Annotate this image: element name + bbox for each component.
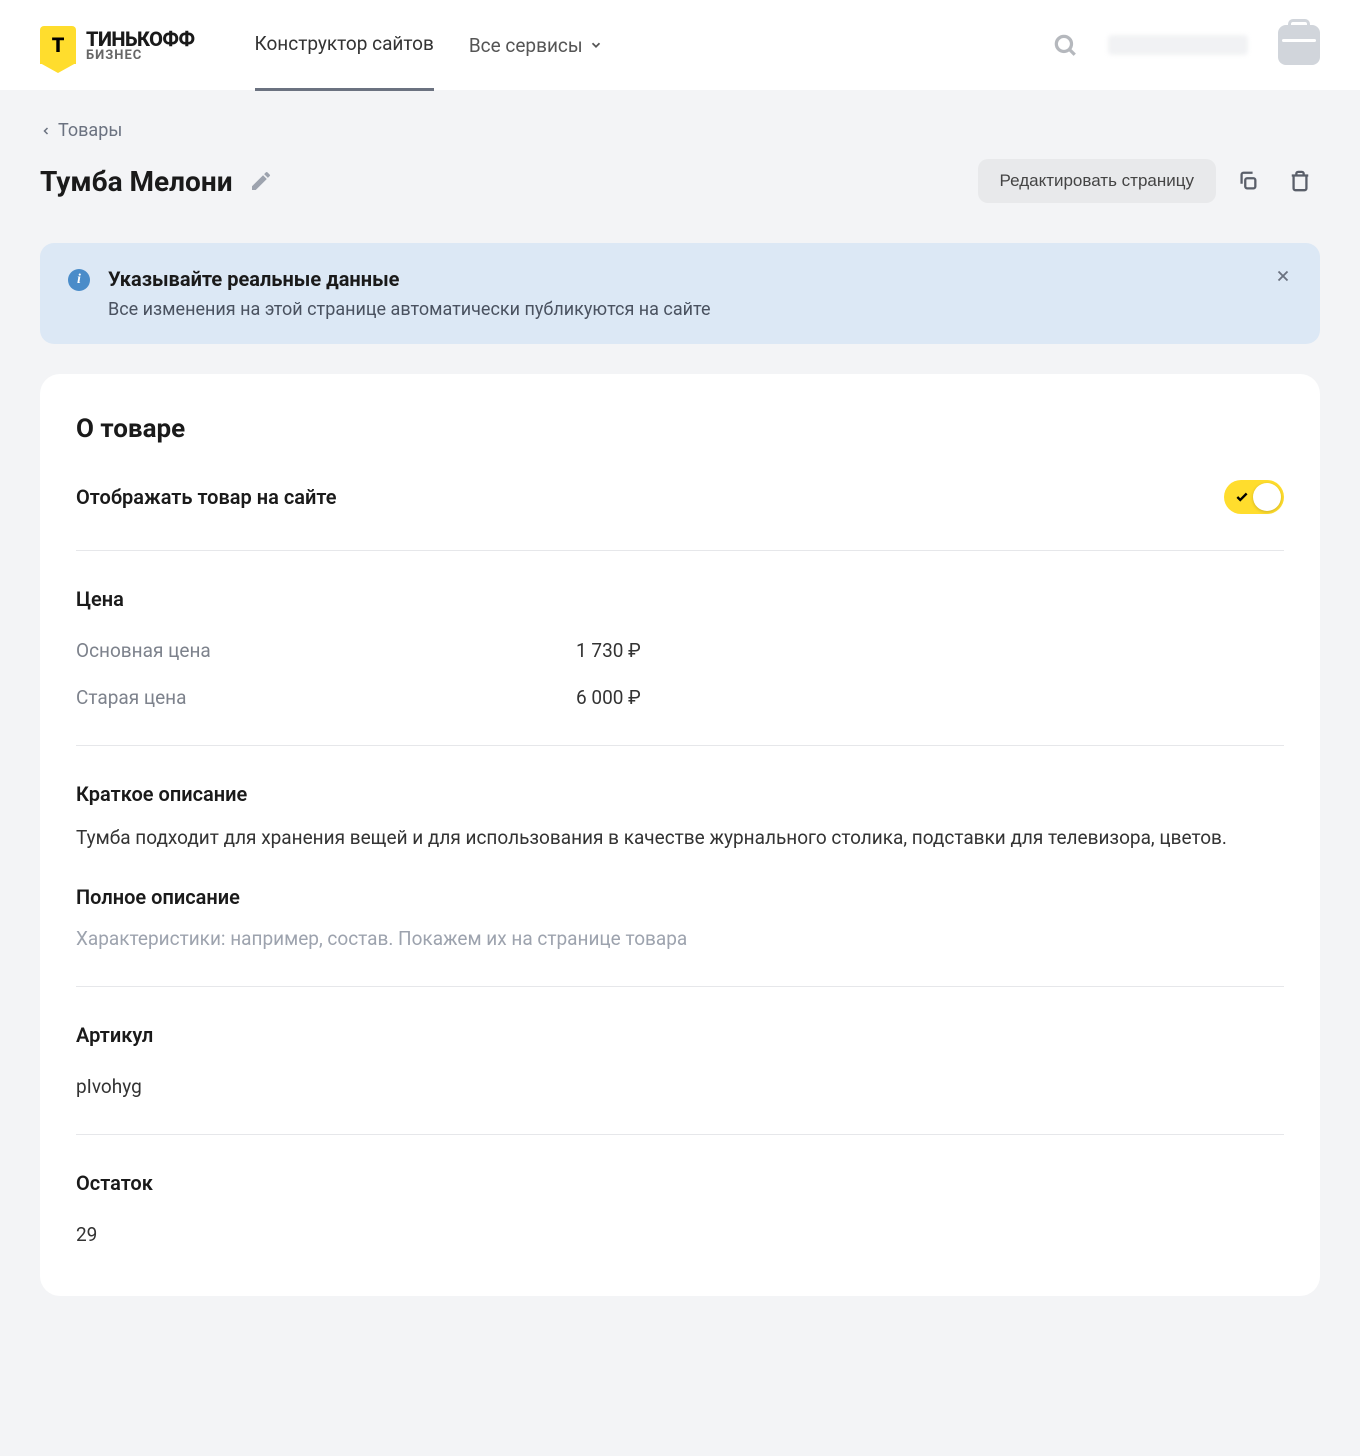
logo-text: ТИНЬКОФФ БИЗНЕС (86, 29, 195, 62)
sku-value: pIvohyg (76, 1075, 1284, 1098)
short-desc-text: Тумба подходит для хранения вещей и для … (76, 824, 1284, 853)
chevron-left-icon (40, 123, 52, 139)
nav-site-builder[interactable]: Конструктор сайтов (255, 0, 434, 91)
page-content: Товары Тумба Мелони Редактировать страни… (0, 90, 1360, 1326)
trash-icon (1289, 170, 1311, 192)
old-price-value: 6 000 ₽ (576, 686, 641, 709)
breadcrumb[interactable]: Товары (40, 120, 1320, 141)
close-icon (1274, 267, 1292, 285)
breadcrumb-label: Товары (58, 120, 122, 141)
toggle-knob (1253, 483, 1281, 511)
delete-button[interactable] (1280, 161, 1320, 201)
briefcase-icon[interactable] (1278, 25, 1320, 65)
old-price-row[interactable]: Старая цена 6 000 ₽ (76, 686, 1284, 709)
edit-title-button[interactable] (249, 169, 273, 193)
logo-sub: БИЗНЕС (86, 49, 195, 62)
logo-main: ТИНЬКОФФ (86, 29, 195, 49)
short-desc-label: Краткое описание (76, 782, 1284, 806)
visibility-row: Отображать товар на сайте (76, 480, 1284, 551)
price-heading: Цена (76, 587, 1284, 611)
sku-label: Артикул (76, 1023, 1284, 1047)
info-content: Указывайте реальные данные Все изменения… (108, 267, 1256, 320)
nav: Конструктор сайтов Все сервисы (255, 0, 603, 91)
product-card: О товаре Отображать товар на сайте Цена … (40, 374, 1320, 1296)
main-price-row[interactable]: Основная цена 1 730 ₽ (76, 639, 1284, 662)
page-title-row: Тумба Мелони Редактировать страницу (40, 159, 1320, 203)
price-section: Цена Основная цена 1 730 ₽ Старая цена 6… (76, 551, 1284, 746)
main-price-value: 1 730 ₽ (576, 639, 641, 662)
stock-section[interactable]: Остаток 29 (76, 1135, 1284, 1256)
short-desc-block[interactable]: Краткое описание Тумба подходит для хран… (76, 782, 1284, 853)
user-name-placeholder (1108, 35, 1248, 55)
edit-page-button[interactable]: Редактировать страницу (978, 159, 1216, 203)
copy-button[interactable] (1228, 161, 1268, 201)
visibility-label: Отображать товар на сайте (76, 485, 337, 509)
nav-label: Все сервисы (469, 34, 583, 57)
full-desc-block[interactable]: Полное описание Характеристики: например… (76, 885, 1284, 950)
logo-letter: Т (52, 33, 65, 57)
check-icon (1235, 490, 1249, 504)
card-title: О товаре (76, 414, 1284, 444)
nav-label: Конструктор сайтов (255, 32, 434, 55)
description-section: Краткое описание Тумба подходит для хран… (76, 746, 1284, 987)
logo[interactable]: Т ТИНЬКОФФ БИЗНЕС (40, 26, 195, 64)
main-price-label: Основная цена (76, 639, 576, 662)
banner-close-button[interactable] (1274, 267, 1292, 285)
chevron-down-icon (589, 38, 603, 52)
stock-value: 29 (76, 1223, 1284, 1246)
pencil-icon (249, 169, 273, 193)
info-icon: i (68, 269, 90, 291)
page-actions: Редактировать страницу (978, 159, 1320, 203)
full-desc-placeholder: Характеристики: например, состав. Покаже… (76, 927, 1284, 950)
sku-section[interactable]: Артикул pIvohyg (76, 987, 1284, 1135)
nav-all-services[interactable]: Все сервисы (469, 0, 603, 91)
page-title-left: Тумба Мелони (40, 165, 273, 198)
header-right (1052, 25, 1320, 65)
page-title: Тумба Мелони (40, 165, 233, 198)
stock-label: Остаток (76, 1171, 1284, 1195)
info-desc: Все изменения на этой странице автоматич… (108, 299, 1256, 320)
full-desc-label: Полное описание (76, 885, 1284, 909)
header: Т ТИНЬКОФФ БИЗНЕС Конструктор сайтов Все… (0, 0, 1360, 90)
logo-shield-icon: Т (40, 26, 76, 64)
old-price-label: Старая цена (76, 686, 576, 709)
info-banner: i Указывайте реальные данные Все изменен… (40, 243, 1320, 344)
search-icon[interactable] (1052, 32, 1078, 58)
info-title: Указывайте реальные данные (108, 267, 1256, 291)
visibility-toggle[interactable] (1224, 480, 1284, 514)
copy-icon (1237, 170, 1259, 192)
